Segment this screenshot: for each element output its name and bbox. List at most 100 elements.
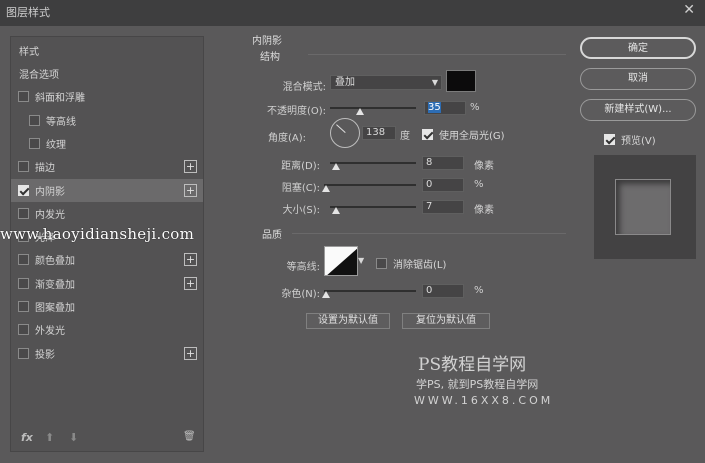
sidebar-item-label: 内阴影 (35, 186, 65, 198)
trash-icon[interactable]: 🗑 (183, 431, 196, 442)
anti-alias-checkbox[interactable] (376, 258, 387, 269)
sidebar-item-label: 斜面和浮雕 (35, 93, 85, 105)
noise-input[interactable]: 0 (422, 284, 464, 298)
styles-header[interactable]: 样式 (11, 39, 203, 62)
opacity-slider-thumb[interactable] (356, 108, 365, 115)
close-icon[interactable]: ✕ (683, 2, 695, 18)
choke-value: 0 (426, 179, 433, 190)
blend-mode-select[interactable]: 叠加 ▼ (330, 75, 442, 90)
cancel-button[interactable]: 取消 (580, 68, 696, 90)
distance-input[interactable]: 8 (422, 156, 464, 170)
sidebar-item-checkbox[interactable] (18, 254, 29, 266)
sidebar-item[interactable]: 渐变叠加 + (11, 272, 203, 295)
distance-slider-track[interactable] (330, 162, 416, 164)
sidebar-item-label: 图案叠加 (35, 303, 75, 314)
use-global-light-checkbox[interactable] (422, 129, 433, 140)
add-effect-icon[interactable]: + (184, 346, 197, 360)
sidebar-item[interactable]: 斜面和浮雕 (11, 85, 203, 108)
sidebar-item-checkbox[interactable] (18, 301, 29, 312)
contour-label: 等高线: (286, 262, 320, 273)
add-effect-icon[interactable]: + (184, 276, 197, 290)
angle-label: 角度(A): (267, 133, 306, 144)
shadow-color-swatch[interactable] (446, 70, 476, 92)
sidebar-item-checkbox[interactable] (18, 277, 29, 289)
angle-dial-hand (336, 124, 346, 133)
choke-slider-thumb[interactable] (322, 185, 330, 192)
sidebar-item[interactable]: 投影 + (11, 342, 203, 365)
anti-alias-toggle[interactable]: 消除锯齿(L) (376, 256, 446, 271)
sidebar-item-checkbox[interactable] (18, 91, 29, 103)
preview-checkbox[interactable] (604, 134, 615, 145)
sidebar-item-label: 外发光 (35, 326, 65, 338)
choke-input[interactable]: 0 (422, 178, 464, 192)
noise-slider-thumb[interactable] (322, 291, 330, 298)
move-up-icon[interactable]: ⬆ (45, 431, 54, 444)
ok-button[interactable]: 确定 (580, 37, 696, 59)
sidebar-item[interactable]: 内发光 (11, 202, 203, 225)
distance-label: 距离(D): (281, 161, 320, 172)
choke-label: 阻塞(C): (281, 183, 320, 194)
move-down-icon[interactable]: ⬇ (69, 431, 78, 444)
sidebar-item[interactable]: 颜色叠加 + (11, 248, 203, 271)
watermark-ps-title: PS教程自学网 (418, 355, 527, 375)
add-effect-icon[interactable]: + (184, 183, 197, 197)
quality-divider (292, 233, 566, 234)
sidebar-item[interactable]: 外发光 (11, 318, 203, 341)
sidebar-item-checkbox[interactable] (18, 161, 29, 173)
sidebar-item[interactable]: 纹理 (11, 132, 203, 155)
structure-title: 结构 (260, 52, 280, 63)
fx-icon[interactable]: fx (21, 431, 33, 444)
structure-divider (308, 54, 566, 55)
opacity-unit: % (470, 102, 480, 113)
sidebar-item-checkbox[interactable] (29, 114, 40, 126)
sidebar-item-checkbox[interactable] (18, 184, 29, 196)
choke-unit: % (474, 179, 484, 190)
size-slider-track[interactable] (330, 206, 416, 208)
contour-chevron-icon[interactable]: ▼ (358, 256, 364, 265)
angle-dial[interactable] (330, 118, 360, 148)
preview-label: 预览(V) (621, 136, 656, 147)
opacity-label: 不透明度(O): (266, 106, 326, 117)
watermark-url: www.haoyidiansheji.com (0, 225, 195, 243)
set-default-button[interactable]: 设置为默认值 (306, 313, 390, 329)
noise-unit: % (474, 285, 484, 296)
sidebar-item[interactable]: 图案叠加 (11, 295, 203, 318)
reset-default-button[interactable]: 复位为默认值 (402, 313, 490, 329)
sidebar-item-label: 混合选项 (19, 70, 59, 81)
sidebar-item-label: 描边 (35, 163, 55, 175)
sidebar-item[interactable]: 混合选项 (11, 62, 203, 85)
noise-label: 杂色(N): (281, 289, 320, 300)
sidebar-item-label: 等高线 (46, 116, 76, 128)
add-effect-icon[interactable]: + (184, 253, 197, 267)
watermark-ps-site: WWW.16XX8.COM (414, 394, 554, 407)
distance-slider-thumb[interactable] (332, 163, 340, 170)
sidebar-item-checkbox[interactable] (18, 207, 29, 219)
opacity-input[interactable]: 35 (424, 101, 466, 115)
noise-value: 0 (426, 285, 433, 296)
size-input[interactable]: 7 (422, 200, 464, 214)
angle-unit: 度 (400, 131, 410, 142)
noise-slider-track[interactable] (324, 290, 416, 292)
blend-mode-value: 叠加 (335, 77, 355, 88)
sidebar-item[interactable]: 描边 + (11, 155, 203, 178)
sidebar-item-checkbox[interactable] (18, 347, 29, 359)
opacity-slider-track[interactable] (330, 107, 416, 109)
contour-picker[interactable] (324, 246, 358, 276)
blend-mode-label: 混合模式: (282, 82, 326, 93)
sidebar-item[interactable]: 内阴影 + (11, 178, 203, 202)
angle-input[interactable]: 138 (362, 126, 396, 140)
size-slider-thumb[interactable] (332, 207, 340, 214)
new-style-button[interactable]: 新建样式(W)... (580, 99, 696, 121)
style-preview (594, 155, 696, 259)
sidebar-item-checkbox[interactable] (18, 324, 29, 336)
sidebar-item-label: 纹理 (46, 139, 66, 151)
distance-value: 8 (426, 157, 433, 168)
sidebar-item-checkbox[interactable] (29, 137, 40, 149)
size-unit: 像素 (474, 205, 494, 216)
preview-toggle[interactable]: 预览(V) (604, 132, 656, 147)
choke-slider-track[interactable] (324, 184, 416, 186)
use-global-light-toggle[interactable]: 使用全局光(G) (422, 127, 505, 142)
sidebar-item[interactable]: 等高线 (11, 109, 203, 132)
add-effect-icon[interactable]: + (184, 160, 197, 174)
use-global-light-label: 使用全局光(G) (439, 131, 505, 142)
